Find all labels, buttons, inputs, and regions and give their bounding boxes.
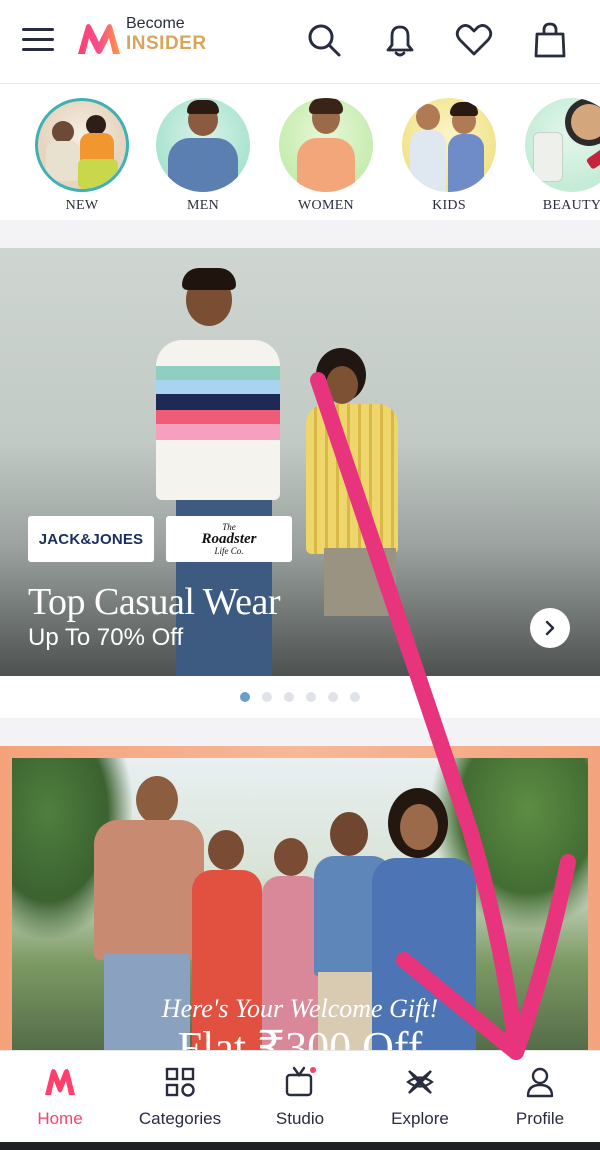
hamburger-menu-icon[interactable] — [22, 28, 54, 52]
nav-categories[interactable]: Categories — [120, 1065, 240, 1129]
shopping-bag-icon[interactable] — [530, 20, 570, 60]
hero-banner[interactable]: JACK&JONES The Roadster Life Co. Top Cas… — [0, 248, 600, 676]
nav-label: Home — [37, 1109, 83, 1128]
category-beauty[interactable]: BEAUTY — [522, 98, 600, 214]
become-insider-link[interactable]: Become INSIDER — [126, 15, 207, 54]
nav-label: Categories — [138, 1109, 222, 1128]
category-men[interactable]: MEN — [153, 98, 253, 214]
category-label: MEN — [186, 198, 219, 213]
brand-1-label: JACK&JONES — [38, 530, 144, 548]
hero-subtitle: Up To 70% Off — [28, 624, 184, 651]
nav-home[interactable]: Home — [0, 1065, 120, 1129]
chevron-right-icon — [545, 620, 555, 636]
carousel-dot[interactable] — [306, 692, 316, 702]
hero-title: Top Casual Wear — [28, 581, 281, 623]
model-2-shorts — [324, 548, 396, 616]
insider-label: INSIDER — [126, 33, 207, 54]
profile-person-icon — [526, 1067, 554, 1098]
yellow-shirt — [306, 404, 398, 554]
promo-offer: Flat ₹300 Off — [177, 1023, 423, 1050]
category-new[interactable]: NEW — [32, 98, 132, 214]
section-divider — [0, 220, 600, 248]
category-label: NEW — [65, 198, 99, 213]
carousel-dot[interactable] — [262, 692, 272, 702]
carousel-dot[interactable] — [328, 692, 338, 702]
become-label: Become — [126, 15, 185, 32]
striped-polo — [156, 340, 280, 500]
notification-bell-icon[interactable] — [380, 20, 420, 60]
nav-profile[interactable]: Profile — [480, 1065, 600, 1129]
brand-tag-roadster[interactable]: The Roadster Life Co. — [166, 516, 292, 562]
wishlist-heart-icon[interactable] — [454, 20, 494, 60]
carousel-dot[interactable] — [284, 692, 294, 702]
category-label: KIDS — [432, 198, 466, 213]
brand-tag-jack-jones[interactable]: JACK&JONES — [28, 516, 154, 562]
carousel-indicator — [0, 676, 600, 718]
home-myntra-icon — [45, 1069, 75, 1095]
nav-studio[interactable]: Studio — [240, 1065, 360, 1129]
section-divider — [0, 718, 600, 746]
bottom-navigation: Home Categories Studio Explore Profile — [0, 1050, 600, 1142]
explore-icon — [406, 1070, 434, 1094]
studio-tv-icon — [285, 1066, 316, 1097]
model-2-head — [326, 366, 358, 404]
app-header: Become INSIDER — [0, 0, 600, 84]
welcome-gift-banner[interactable]: Here's Your Welcome Gift! Flat ₹300 Off — [0, 746, 600, 1050]
carousel-next-button[interactable] — [530, 608, 570, 648]
carousel-dot[interactable] — [240, 692, 250, 702]
category-new-image — [35, 98, 129, 192]
search-icon[interactable] — [304, 20, 344, 60]
myntra-logo[interactable] — [76, 22, 122, 56]
category-label: WOMEN — [298, 198, 354, 213]
category-kids-image — [402, 98, 496, 192]
promo-caption: Here's Your Welcome Gift! — [161, 994, 439, 1023]
nav-label: Studio — [275, 1109, 325, 1128]
carousel-dot[interactable] — [350, 692, 360, 702]
category-kids[interactable]: KIDS — [399, 98, 499, 214]
nav-label: Explore — [391, 1109, 449, 1128]
categories-grid-icon — [165, 1067, 195, 1097]
nav-label: Profile — [515, 1109, 565, 1128]
nav-explore[interactable]: Explore — [360, 1065, 480, 1129]
category-strip: NEW MEN WOMEN KIDS BEAUTY — [0, 86, 600, 220]
category-beauty-image — [525, 98, 600, 192]
category-label: BEAUTY — [542, 198, 600, 213]
category-women-image — [279, 98, 373, 192]
model-hair — [182, 268, 236, 290]
brand-2-bottom: Life Co. — [214, 545, 244, 556]
system-navigation-bar — [0, 1142, 600, 1150]
category-men-image — [156, 98, 250, 192]
brand-2-main: Roadster — [201, 530, 257, 547]
category-women[interactable]: WOMEN — [276, 98, 376, 214]
